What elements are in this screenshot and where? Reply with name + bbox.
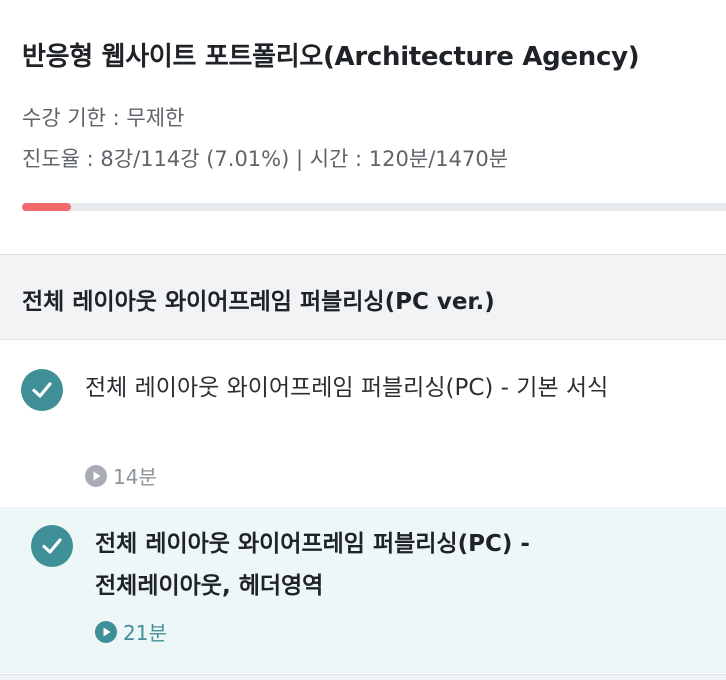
check-circle-icon bbox=[31, 525, 73, 567]
section-header[interactable]: 전체 레이아웃 와이어프레임 퍼블리싱(PC ver.) bbox=[0, 254, 726, 340]
lesson-item-current[interactable]: 전체 레이아웃 와이어프레임 퍼블리싱(PC) - 전체레이아웃, 헤더영역 2… bbox=[0, 507, 726, 673]
play-circle-icon bbox=[95, 620, 117, 643]
play-circle-icon bbox=[85, 464, 107, 487]
lesson-title: 전체 레이아웃 와이어프레임 퍼블리싱(PC) - 기본 서식 bbox=[85, 375, 609, 401]
course-title: 반응형 웹사이트 포트폴리오(Architecture Agency) bbox=[22, 42, 640, 72]
progress-bar-fill bbox=[22, 203, 72, 211]
divider bbox=[0, 674, 726, 680]
lesson-item[interactable]: 전체 레이아웃 와이어프레임 퍼블리싱(PC) - 기본 서식 14분 bbox=[0, 341, 726, 507]
course-progress-text: 진도율 : 8강/114강 (7.01%) | 시간 : 120분/1470분 bbox=[22, 147, 509, 171]
lesson-duration-label: 14분 bbox=[113, 465, 157, 489]
course-header: 반응형 웹사이트 포트폴리오(Architecture Agency) 수강 기… bbox=[0, 0, 726, 253]
lesson-duration: 21분 bbox=[95, 617, 167, 646]
section-title: 전체 레이아웃 와이어프레임 퍼블리싱(PC ver.) bbox=[22, 289, 495, 315]
progress-bar bbox=[22, 203, 726, 211]
lesson-title: 전체 레이아웃 와이어프레임 퍼블리싱(PC) - 전체레이아웃, 헤더영역 bbox=[95, 531, 530, 599]
check-circle-icon bbox=[21, 369, 63, 411]
lesson-duration: 14분 bbox=[85, 461, 157, 490]
course-period: 수강 기한 : 무제한 bbox=[22, 106, 185, 130]
lesson-duration-label: 21분 bbox=[123, 621, 167, 645]
